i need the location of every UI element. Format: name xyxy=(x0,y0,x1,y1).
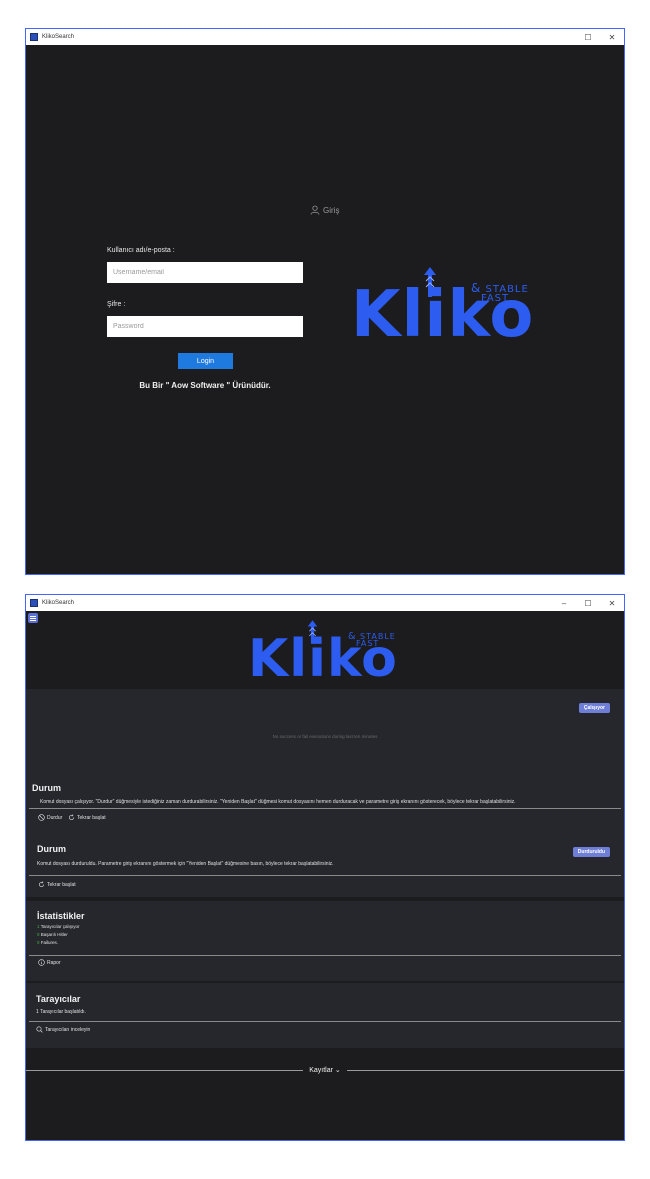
no-executions-message: No success or fail executions during las… xyxy=(272,734,378,739)
menu-icon[interactable] xyxy=(28,613,38,623)
divider xyxy=(346,1069,624,1071)
logo-fast: FAST xyxy=(481,292,510,304)
login-header: Giriş xyxy=(310,205,339,215)
divider xyxy=(29,875,621,876)
stats-title: İstatistikler xyxy=(37,911,85,921)
username-label: Kullanıcı adı/e-posta : xyxy=(107,247,175,254)
stat-count: 0 xyxy=(37,932,40,937)
durum-running-text: Komut dosyası çalışıyor. "Durdur" düğmes… xyxy=(40,799,516,805)
stop-button-label: Durdur xyxy=(47,814,63,821)
report-button[interactable]: Rapor xyxy=(38,959,61,966)
logo-tagline: & STABLE FAST xyxy=(348,632,396,649)
report-button-label: Rapor xyxy=(47,959,61,966)
logo-fast: FAST xyxy=(356,639,380,649)
login-window: KlikoSearch ☐ ✕ Giriş Kullanıcı adı/e-po… xyxy=(25,28,625,575)
password-input[interactable] xyxy=(107,316,303,337)
kliko-logo: Kliko & STABLE FAST xyxy=(248,620,398,685)
window-title: KlikoSearch xyxy=(42,34,75,40)
logs-toggle[interactable]: Kayıtlar ⌄ xyxy=(26,1066,624,1074)
browsers-panel: Tarayıcılar 1 Tarayıcılar başlatıldı. Ta… xyxy=(26,983,624,1048)
stat-label: Başarılı Hitler xyxy=(40,932,68,937)
stat-label: Failures. xyxy=(40,940,59,945)
divider xyxy=(26,1069,304,1071)
stat-count: 1 xyxy=(37,924,40,929)
stop-icon xyxy=(38,814,45,821)
arrow-icon xyxy=(307,620,318,644)
status-badge-running: Çalışıyor xyxy=(578,703,610,713)
restart-button-label: Tekrar başlat xyxy=(77,814,106,821)
username-input[interactable] xyxy=(107,262,303,283)
stat-count: 0 xyxy=(37,940,40,945)
refresh-icon xyxy=(39,881,44,887)
password-label: Şifre : xyxy=(107,301,126,308)
title-bar: KlikoSearch – ☐ ✕ xyxy=(26,595,624,611)
stat-label: Tarayıcılar çalışıyor xyxy=(40,924,80,929)
window-title: KlikoSearch xyxy=(42,600,75,606)
tagline: Bu Bir " Aow Software " Ürünüdür. xyxy=(139,381,271,390)
inspect-browsers-label: Tarayıcıları inceleyin xyxy=(45,1026,91,1033)
durum-running-title: Durum xyxy=(32,783,61,793)
restart-button[interactable]: Tekrar başlat xyxy=(38,881,76,888)
search-icon xyxy=(36,1026,43,1033)
minimize-icon[interactable]: – xyxy=(552,599,576,608)
app-icon xyxy=(30,33,38,41)
durum-stopped-text: Komut dosyası durduruldu. Parametre giri… xyxy=(37,861,334,867)
title-bar: KlikoSearch ☐ ✕ xyxy=(26,29,624,45)
stat-browsers-running: 1 Tarayıcılar çalışıyor xyxy=(37,924,79,929)
kliko-logo: Kliko & STABLE FAST xyxy=(351,267,534,347)
close-icon[interactable]: ✕ xyxy=(600,33,624,42)
restart-button-label: Tekrar başlat xyxy=(47,881,76,888)
arrow-icon xyxy=(424,267,436,297)
user-icon xyxy=(310,205,320,215)
stopped-panel: Durum Durduruldu Komut dosyası durduruld… xyxy=(26,839,624,897)
divider xyxy=(29,808,621,809)
browsers-text: 1 Tarayıcılar başlatıldı. xyxy=(36,1009,86,1015)
stats-panel: İstatistikler 1 Tarayıcılar çalışıyor 0 … xyxy=(26,901,624,981)
logs-label: Kayıtlar ⌄ xyxy=(303,1066,347,1075)
app-icon xyxy=(30,599,38,607)
durum-stopped-title: Durum xyxy=(37,844,66,854)
logo-tagline: & STABLE FAST xyxy=(471,282,529,304)
stat-successful-hits: 0 Başarılı Hitler xyxy=(37,932,68,937)
login-button[interactable]: Login xyxy=(178,353,233,369)
login-header-label: Giriş xyxy=(323,205,340,215)
divider xyxy=(29,1021,621,1022)
status-badge-stopped: Durduruldu xyxy=(572,847,610,857)
browsers-title: Tarayıcılar xyxy=(36,994,81,1004)
header-band: Kliko & STABLE FAST xyxy=(26,611,624,689)
stat-failures: 0 Failures. xyxy=(37,940,58,945)
restart-button[interactable]: Tekrar başlat xyxy=(68,814,106,821)
logs-label-text: Kayıtlar xyxy=(309,1066,333,1074)
maximize-icon[interactable]: ☐ xyxy=(576,599,600,608)
main-area: Kliko & STABLE FAST Çalışıyor No success… xyxy=(26,611,624,1140)
close-icon[interactable]: ✕ xyxy=(600,599,624,608)
login-area: Giriş Kullanıcı adı/e-posta : Şifre : Lo… xyxy=(26,45,624,574)
chevron-down-icon: ⌄ xyxy=(334,1067,341,1074)
info-icon xyxy=(38,959,45,966)
main-window: KlikoSearch – ☐ ✕ Kliko & STABLE FAST Ça… xyxy=(25,594,625,1141)
divider xyxy=(29,955,621,956)
maximize-icon[interactable]: ☐ xyxy=(576,33,600,42)
running-panel: Çalışıyor No success or fail executions … xyxy=(26,689,624,849)
stop-button[interactable]: Durdur xyxy=(38,814,62,821)
refresh-icon xyxy=(69,814,74,820)
inspect-browsers-button[interactable]: Tarayıcıları inceleyin xyxy=(36,1026,90,1033)
